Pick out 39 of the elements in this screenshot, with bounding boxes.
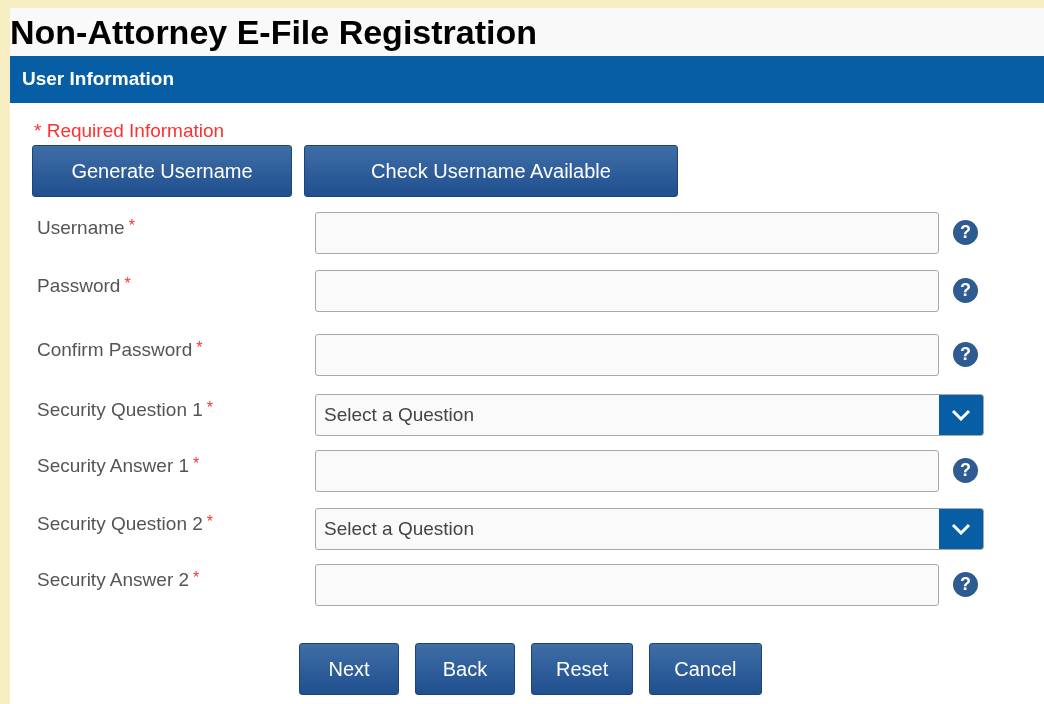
question-dropdown[interactable]: Select a Question bbox=[315, 394, 984, 436]
chevron-down-icon bbox=[951, 523, 971, 535]
help-icon[interactable]: ? bbox=[953, 458, 978, 483]
form-button[interactable]: Cancel bbox=[649, 643, 762, 695]
text-field[interactable] bbox=[315, 270, 939, 312]
text-field[interactable] bbox=[315, 334, 939, 376]
section-header: User Information bbox=[10, 56, 1044, 103]
help-icon[interactable]: ? bbox=[953, 278, 978, 303]
field-label: Security Question 1 bbox=[37, 398, 203, 422]
form-button[interactable]: Reset bbox=[531, 643, 634, 695]
help-icon[interactable]: ? bbox=[953, 342, 978, 367]
action-button[interactable]: Check Username Available bbox=[304, 145, 678, 197]
required-marker: * bbox=[206, 512, 214, 532]
action-button[interactable]: Generate Username bbox=[32, 145, 292, 197]
question-dropdown[interactable]: Select a Question bbox=[315, 508, 984, 550]
chevron-down-icon bbox=[951, 409, 971, 421]
form-button[interactable]: Back bbox=[415, 643, 515, 695]
required-note: * Required Information bbox=[33, 119, 226, 143]
required-marker: * bbox=[193, 568, 200, 588]
field-label: Security Question 2 bbox=[37, 512, 203, 536]
field-label: Confirm Password bbox=[37, 338, 193, 362]
form-button[interactable]: Next bbox=[299, 643, 399, 695]
page-title: Non-Attorney E-File Registration bbox=[10, 12, 539, 53]
required-marker: * bbox=[128, 216, 135, 236]
text-field[interactable] bbox=[315, 564, 939, 606]
text-field[interactable] bbox=[315, 212, 939, 254]
field-label: Security Answer 2 bbox=[37, 568, 190, 592]
required-marker: * bbox=[124, 274, 131, 294]
help-icon[interactable]: ? bbox=[953, 220, 978, 245]
dropdown-value: Select a Question bbox=[323, 402, 474, 427]
required-marker: * bbox=[196, 338, 203, 358]
dropdown-value: Select a Question bbox=[323, 516, 474, 541]
help-icon[interactable]: ? bbox=[953, 572, 978, 597]
required-marker: * bbox=[193, 454, 200, 474]
required-marker: * bbox=[206, 398, 214, 418]
field-label: Password bbox=[37, 274, 121, 298]
text-field[interactable] bbox=[315, 450, 939, 492]
field-label: Security Answer 1 bbox=[37, 454, 190, 478]
field-label: Username bbox=[37, 216, 125, 240]
